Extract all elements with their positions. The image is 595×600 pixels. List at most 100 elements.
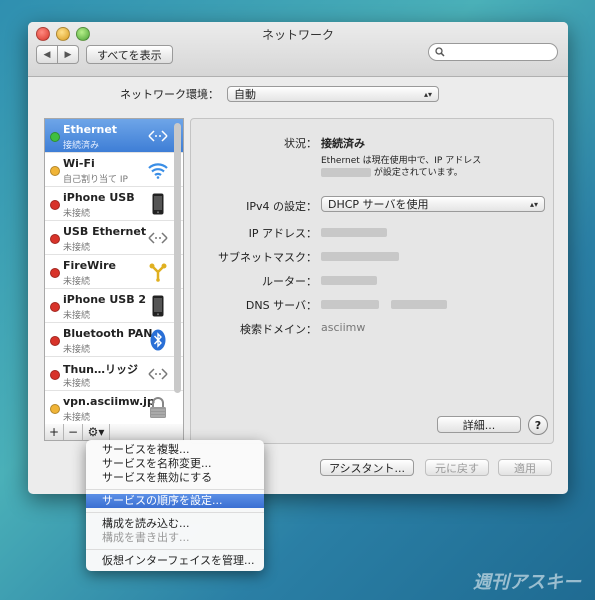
service-status: 未接続 [63, 209, 91, 219]
action-menu: サービスを複製... サービスを名称変更... サービスを無効にする サービスの… [86, 440, 264, 571]
updown-arrows-icon: ▴▾ [529, 199, 538, 209]
forward-button[interactable]: ▶ [58, 45, 79, 64]
service-list[interactable]: Ethernet 接続済み Wi-Fi 自己割り当て IP iPhone USB… [44, 118, 184, 426]
redacted-value [390, 299, 447, 309]
ipv4-label: IPv4 の設定： [246, 200, 317, 213]
service-name: vpn.asciimw.jp [63, 395, 155, 408]
back-button[interactable]: ◀ [36, 45, 58, 64]
service-list-toolbar: + − ⚙▾ [44, 424, 184, 441]
ethernet-icon [147, 227, 169, 249]
service-item-thunderbolt-bridge[interactable]: Thun…リッジ 未接続 [45, 357, 183, 391]
menu-separator [86, 512, 264, 513]
service-status: 未接続 [63, 413, 91, 423]
service-list-scrollbar[interactable] [174, 123, 181, 393]
remove-service-button[interactable]: − [64, 424, 83, 440]
service-name: Thun…リッジ [63, 363, 138, 376]
menu-separator [86, 489, 264, 490]
service-name: USB Ethernet [63, 225, 147, 238]
service-name: Wi-Fi [63, 157, 95, 170]
ipv4-select[interactable]: DHCP サーバを使用 ▴▾ [321, 196, 545, 212]
chevron-right-icon: ▶ [64, 49, 72, 60]
assistant-button[interactable]: アシスタント... [320, 459, 414, 476]
chevron-left-icon: ◀ [43, 49, 51, 60]
service-item-bluetooth-pan[interactable]: Bluetooth PAN 未接続 [45, 323, 183, 357]
action-menu-button[interactable]: ⚙▾ [83, 424, 110, 440]
subnet-label: サブネットマスク： [218, 251, 317, 264]
ethernet-icon [147, 125, 169, 147]
title-bar: ネットワーク ◀ ▶ すべてを表示 [28, 22, 568, 77]
service-item-firewire[interactable]: FireWire 未接続 [45, 255, 183, 289]
service-item-wifi[interactable]: Wi-Fi 自己割り当て IP [45, 153, 183, 187]
service-name: FireWire [63, 259, 116, 272]
search-input[interactable] [445, 45, 549, 59]
service-status: 未接続 [63, 379, 91, 389]
service-item-iphone-usb-2[interactable]: iPhone USB 2 未接続 [45, 289, 183, 323]
revert-button[interactable]: 元に戻す [425, 459, 489, 476]
location-select[interactable]: 自動 ▴▾ [227, 86, 439, 102]
firewire-icon [147, 261, 169, 283]
status-dot-green [50, 132, 60, 142]
menu-item-rename-service[interactable]: サービスを名称変更... [86, 457, 264, 471]
redacted-value [321, 275, 377, 285]
status-dot-red [50, 268, 60, 278]
service-item-iphone-usb[interactable]: iPhone USB 未接続 [45, 187, 183, 221]
status-label: 状況： [284, 137, 317, 150]
status-description-line2: が設定されています。 [321, 165, 463, 178]
menu-item-disable-service[interactable]: サービスを無効にする [86, 471, 264, 485]
location-row: ネットワーク環境： 自動 ▴▾ [120, 86, 439, 102]
service-item-vpn[interactable]: vpn.asciimw.jp 未接続 [45, 391, 183, 425]
service-name: iPhone USB [63, 191, 135, 204]
redacted-value [321, 251, 399, 261]
window-title: ネットワーク [261, 28, 334, 42]
service-status: 未接続 [63, 345, 91, 355]
menu-separator [86, 549, 264, 550]
redacted-value [321, 299, 379, 309]
redacted-value [321, 168, 371, 177]
dns-label: DNS サーバ： [245, 299, 317, 312]
apply-button[interactable]: 適用 [498, 459, 552, 476]
dns-value [321, 297, 447, 310]
network-window: ネットワーク ◀ ▶ すべてを表示 ネットワーク環境： 自動 ▴▾ Ethern… [28, 22, 568, 494]
help-button[interactable]: ? [528, 415, 548, 435]
search-domain-label: 検索ドメイン： [240, 323, 317, 336]
service-name: Ethernet [63, 123, 118, 136]
nav-buttons: ◀ ▶ [36, 45, 79, 64]
detail-panel: 状況： 接続済み Ethernet は現在使用中で、IP アドレス が設定されて… [190, 118, 554, 444]
service-status: 自己割り当て IP [63, 175, 128, 185]
bluetooth-icon [147, 329, 169, 351]
menu-item-set-service-order[interactable]: サービスの順序を設定... [86, 494, 264, 508]
service-item-usb-ethernet[interactable]: USB Ethernet 未接続 [45, 221, 183, 255]
menu-item-manage-virtual-interfaces[interactable]: 仮想インターフェイスを管理... [86, 554, 264, 568]
menu-item-duplicate-service[interactable]: サービスを複製... [86, 443, 264, 457]
status-dot-red [50, 336, 60, 346]
status-dot-red [50, 370, 60, 380]
service-status: 未接続 [63, 243, 91, 253]
subnet-value [321, 249, 399, 262]
redacted-value [321, 227, 387, 237]
ipv4-value: DHCP サーバを使用 [328, 198, 429, 211]
router-value [321, 273, 377, 286]
status-dot-yellow [50, 166, 60, 176]
service-status: 未接続 [63, 311, 91, 321]
gear-icon: ⚙▾ [87, 425, 105, 439]
location-label: ネットワーク環境： [120, 88, 219, 101]
search-domain-value: asciimw [321, 321, 366, 334]
iphone-icon [147, 295, 169, 317]
show-all-button[interactable]: すべてを表示 [86, 45, 173, 64]
ip-address-value [321, 225, 387, 238]
search-field[interactable] [428, 43, 558, 61]
service-status: 接続済み [63, 141, 100, 151]
service-name: iPhone USB 2 [63, 293, 147, 306]
status-dot-red [50, 200, 60, 210]
status-value: 接続済み [321, 137, 365, 150]
advanced-button[interactable]: 詳細... [437, 416, 521, 433]
menu-item-import-configurations[interactable]: 構成を読み込む... [86, 517, 264, 531]
ip-address-label: IP アドレス： [248, 227, 317, 240]
service-status: 未接続 [63, 277, 91, 287]
service-item-ethernet[interactable]: Ethernet 接続済み [45, 119, 183, 153]
add-service-button[interactable]: + [45, 424, 64, 440]
status-description-text: が設定されています。 [373, 168, 463, 178]
ethernet-icon [147, 363, 169, 385]
search-icon [435, 47, 445, 57]
wifi-icon [147, 159, 169, 181]
